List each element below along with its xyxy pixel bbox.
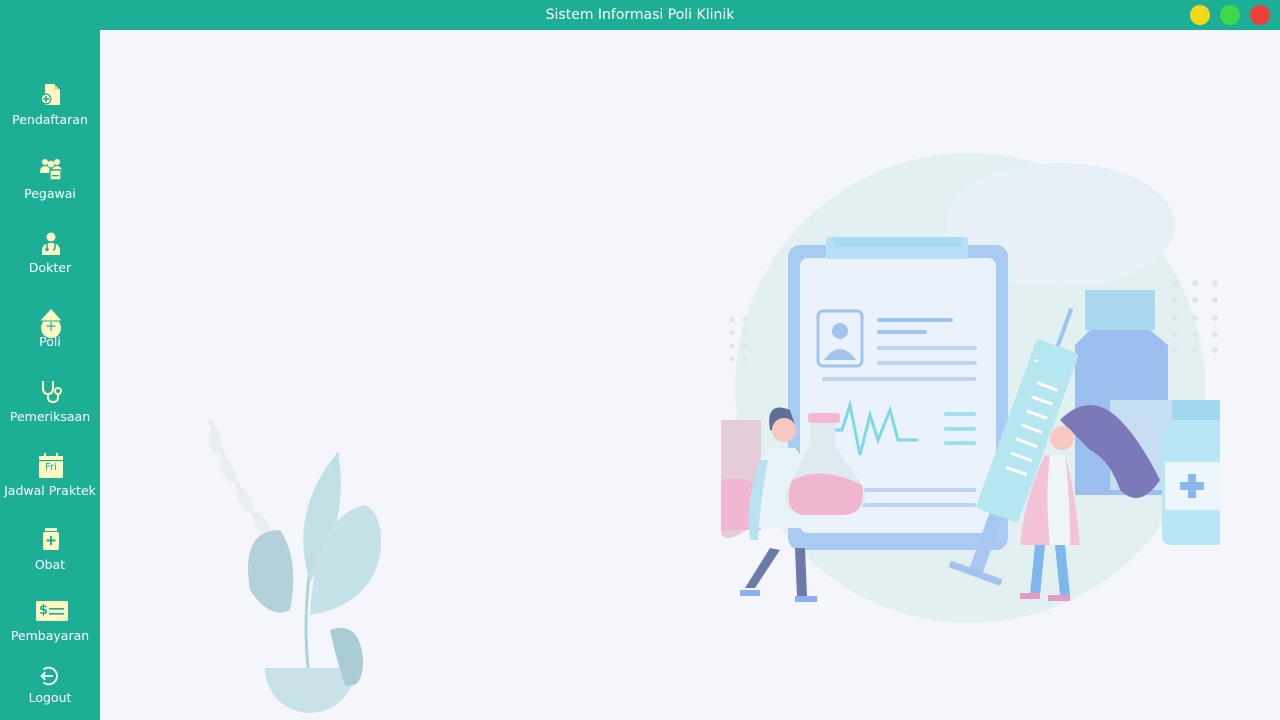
dollar-sign: $ <box>39 603 49 618</box>
plant-decoration <box>208 419 381 713</box>
sidebar-item-logout[interactable]: Logout <box>0 664 100 720</box>
calendar-icon-day: Fri <box>45 462 57 473</box>
calendar-icon: Fri <box>38 453 64 479</box>
clinic-medical-illustration <box>208 153 1220 713</box>
minimize-button[interactable] <box>1190 5 1210 25</box>
sidebar: Pendaftaran Pegawai Dokter Poli Pemeriks… <box>0 30 100 720</box>
sidebar-item-pemeriksaan[interactable]: Pemeriksaan <box>0 379 100 445</box>
window-title: Sistem Informasi Poli Klinik <box>545 7 735 23</box>
sidebar-item-label: Dokter <box>28 260 72 275</box>
logout-icon <box>40 666 58 686</box>
stethoscope-icon <box>42 381 62 404</box>
close-button[interactable] <box>1250 5 1270 25</box>
main-content <box>100 30 1280 720</box>
doctor-icon <box>42 232 60 255</box>
medicine-bottle-icon <box>43 528 59 550</box>
sidebar-item-pegawai[interactable]: Pegawai <box>0 156 100 222</box>
poli-icon <box>41 309 61 338</box>
sidebar-item-label: Jadwal Praktek <box>4 483 96 498</box>
sidebar-item-obat[interactable]: Obat <box>0 527 100 593</box>
sidebar-item-label: Logout <box>28 690 72 705</box>
sidebar-item-label: Pendaftaran <box>12 112 88 127</box>
maximize-button[interactable] <box>1220 5 1240 25</box>
sidebar-item-jadwal-praktek[interactable]: Fri Jadwal Praktek <box>0 453 100 519</box>
add-document-icon <box>40 84 60 105</box>
staff-group-icon <box>40 159 62 181</box>
sidebar-item-dokter[interactable]: Dokter <box>0 230 100 296</box>
sidebar-item-label: Pemeriksaan <box>9 409 91 424</box>
sidebar-item-label: Pembayaran <box>10 628 90 643</box>
sidebar-item-pembayaran[interactable]: $ Pembayaran <box>0 598 100 664</box>
sidebar-item-poli[interactable]: Poli <box>0 304 100 370</box>
sidebar-item-pendaftaran[interactable]: Pendaftaran <box>0 82 100 148</box>
sidebar-item-label: Pegawai <box>24 186 76 201</box>
payment-bill-icon: $ <box>36 598 68 624</box>
sidebar-item-label: Obat <box>34 557 66 572</box>
sidebar-item-label: Poli <box>39 334 61 349</box>
